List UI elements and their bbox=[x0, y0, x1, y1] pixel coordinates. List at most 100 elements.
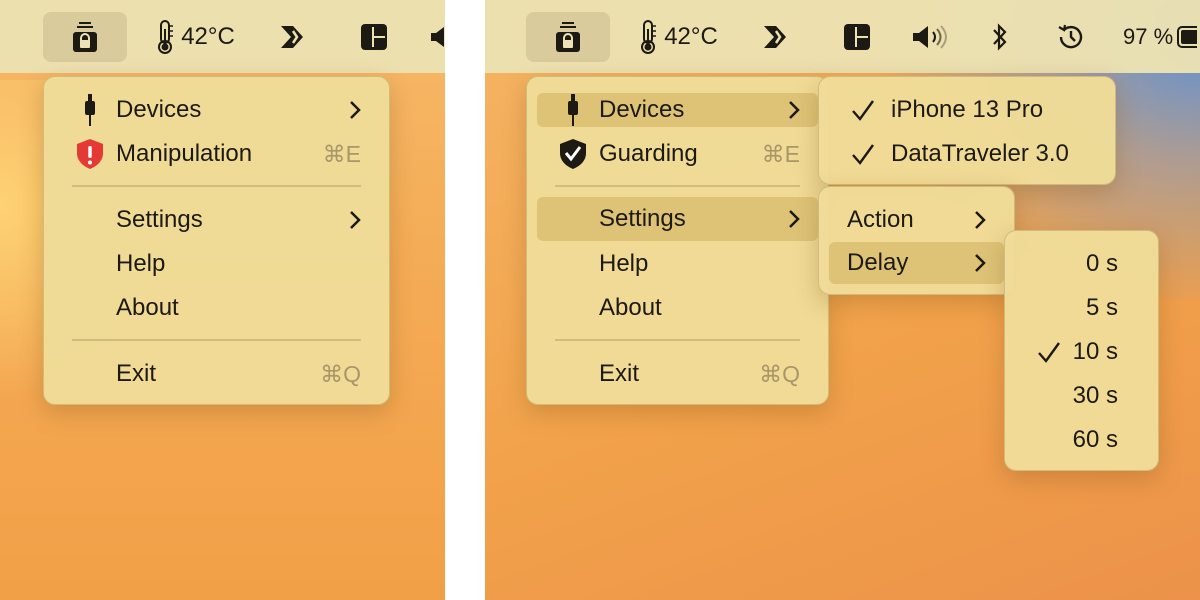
lock-tray-icon bbox=[556, 22, 580, 52]
checkmark-icon bbox=[851, 137, 875, 171]
chevron-right-icon bbox=[788, 197, 800, 241]
shortcut-label: ⌘E bbox=[761, 140, 800, 167]
black-shield-check-icon bbox=[557, 137, 589, 171]
chevron-right-icon bbox=[974, 203, 986, 237]
settings-submenu: Action Delay bbox=[818, 186, 1015, 295]
delay-option-selected[interactable]: 10 s bbox=[1015, 335, 1148, 369]
menu-item-exit[interactable]: Exit ⌘Q bbox=[54, 357, 379, 391]
time-machine-status-item[interactable] bbox=[1053, 12, 1089, 62]
thermometer-icon bbox=[158, 20, 174, 54]
usb-guard-menu: Devices Manipulation ⌘E Settings Help Ab… bbox=[43, 76, 390, 405]
menu-item-devices[interactable]: Devices bbox=[537, 93, 818, 127]
lock-tray-icon bbox=[73, 22, 97, 52]
chevron-right-icon bbox=[349, 203, 361, 237]
volume-status-item[interactable] bbox=[426, 12, 445, 62]
menu-item-about[interactable]: About bbox=[537, 291, 818, 325]
speaker-icon bbox=[431, 27, 444, 47]
window-layout-icon bbox=[844, 24, 870, 50]
menu-item-help[interactable]: Help bbox=[537, 247, 818, 281]
device-item[interactable]: DataTraveler 3.0 bbox=[829, 137, 1105, 171]
menu-item-label: About bbox=[599, 294, 662, 321]
menu-item-settings[interactable]: Settings bbox=[54, 203, 379, 237]
menu-item-exit[interactable]: Exit ⌘Q bbox=[537, 357, 818, 391]
usb-cable-icon bbox=[557, 93, 589, 127]
device-name: DataTraveler 3.0 bbox=[891, 140, 1069, 167]
menu-item-label: Help bbox=[599, 250, 649, 277]
delay-option-label: 10 s bbox=[1072, 338, 1118, 365]
delay-option-label: 0 s bbox=[1085, 250, 1118, 277]
thermometer-icon bbox=[641, 20, 657, 54]
menu-item-label: About bbox=[116, 294, 179, 321]
speaker-volume-icon bbox=[913, 25, 947, 49]
bluetooth-icon bbox=[993, 23, 1007, 51]
left-screenshot: 42°C Devices Manipulation ⌘E Settings He… bbox=[0, 0, 445, 600]
double-chevron-logo-icon bbox=[281, 26, 303, 48]
menu-item-label: Manipulation bbox=[116, 140, 253, 167]
delay-option[interactable]: 30 s bbox=[1015, 379, 1148, 413]
history-clock-icon bbox=[1058, 24, 1083, 49]
usb-cable-icon bbox=[74, 93, 106, 127]
window-layout-status-item[interactable] bbox=[352, 12, 396, 62]
menu-item-status[interactable]: Guarding ⌘E bbox=[537, 137, 818, 171]
menu-item-label: Help bbox=[116, 250, 166, 277]
menu-separator bbox=[555, 339, 800, 341]
battery-percent-text: 97 % bbox=[1123, 24, 1174, 49]
menu-item-label: Settings bbox=[599, 205, 686, 232]
menu-item-label: Settings bbox=[116, 206, 203, 233]
usb-guard-menu: Devices Guarding ⌘E Settings Help About … bbox=[526, 76, 829, 405]
menu-separator bbox=[555, 185, 800, 187]
red-shield-alert-icon bbox=[74, 137, 106, 171]
device-name: iPhone 13 Pro bbox=[891, 96, 1044, 123]
temperature-text: 42°C bbox=[664, 23, 718, 50]
checkmark-icon bbox=[851, 93, 875, 127]
menu-item-help[interactable]: Help bbox=[54, 247, 379, 281]
delay-option-label: 30 s bbox=[1072, 382, 1118, 409]
right-screenshot: 42°C 97 % Devices Guarding ⌘E Settings H… bbox=[485, 0, 1200, 600]
device-item[interactable]: iPhone 13 Pro bbox=[829, 93, 1105, 127]
shortcut-label: ⌘Q bbox=[759, 360, 800, 387]
battery-status-item[interactable]: 97 % bbox=[1123, 12, 1200, 62]
battery-icon bbox=[1177, 26, 1198, 48]
menu-item-status[interactable]: Manipulation ⌘E bbox=[54, 137, 379, 171]
window-layout-status-item[interactable] bbox=[835, 12, 879, 62]
menu-bar: 42°C bbox=[0, 0, 445, 73]
delay-option[interactable]: 5 s bbox=[1015, 291, 1148, 325]
menu-separator bbox=[72, 185, 361, 187]
usb-guard-status-item[interactable] bbox=[526, 12, 610, 62]
volume-status-item[interactable] bbox=[909, 12, 953, 62]
menu-item-devices[interactable]: Devices bbox=[54, 93, 379, 127]
menu-item-label: Delay bbox=[847, 249, 909, 276]
checkmark-icon bbox=[1037, 335, 1061, 369]
devices-submenu: iPhone 13 Pro DataTraveler 3.0 bbox=[818, 76, 1116, 185]
bluetooth-status-item[interactable] bbox=[985, 12, 1015, 62]
window-layout-icon bbox=[361, 24, 387, 50]
settings-item-delay[interactable]: Delay bbox=[829, 242, 1004, 284]
menu-item-label: Exit bbox=[599, 360, 640, 387]
delay-option[interactable]: 60 s bbox=[1015, 423, 1148, 457]
menu-bar: 42°C bbox=[485, 0, 1200, 73]
shortcut-label: ⌘Q bbox=[320, 360, 361, 387]
usb-guard-status-item[interactable] bbox=[43, 12, 127, 62]
delay-submenu: 0 s 5 s 10 s 30 s 60 s bbox=[1004, 230, 1159, 471]
chevron-right-icon bbox=[974, 242, 986, 284]
double-chevron-logo-icon bbox=[764, 26, 786, 48]
shortcut-label: ⌘E bbox=[322, 140, 361, 167]
menu-item-settings[interactable]: Settings bbox=[537, 197, 818, 241]
delay-option-label: 60 s bbox=[1072, 426, 1118, 453]
menu-separator bbox=[72, 339, 361, 341]
menu-item-about[interactable]: About bbox=[54, 291, 379, 325]
menu-item-label: Guarding bbox=[599, 140, 698, 167]
menu-item-label: Exit bbox=[116, 360, 157, 387]
app-status-item[interactable] bbox=[755, 12, 799, 62]
settings-item-action[interactable]: Action bbox=[829, 203, 1004, 237]
delay-option-label: 5 s bbox=[1085, 294, 1118, 321]
temperature-status-item[interactable]: 42°C bbox=[628, 12, 728, 62]
temperature-status-item[interactable]: 42°C bbox=[145, 12, 245, 62]
chevron-right-icon bbox=[349, 93, 361, 127]
menu-item-label: Action bbox=[847, 206, 914, 233]
app-status-item[interactable] bbox=[272, 12, 316, 62]
delay-option[interactable]: 0 s bbox=[1015, 247, 1148, 281]
temperature-text: 42°C bbox=[181, 23, 235, 50]
menu-item-label: Devices bbox=[116, 96, 202, 123]
menu-item-label: Devices bbox=[599, 96, 685, 123]
